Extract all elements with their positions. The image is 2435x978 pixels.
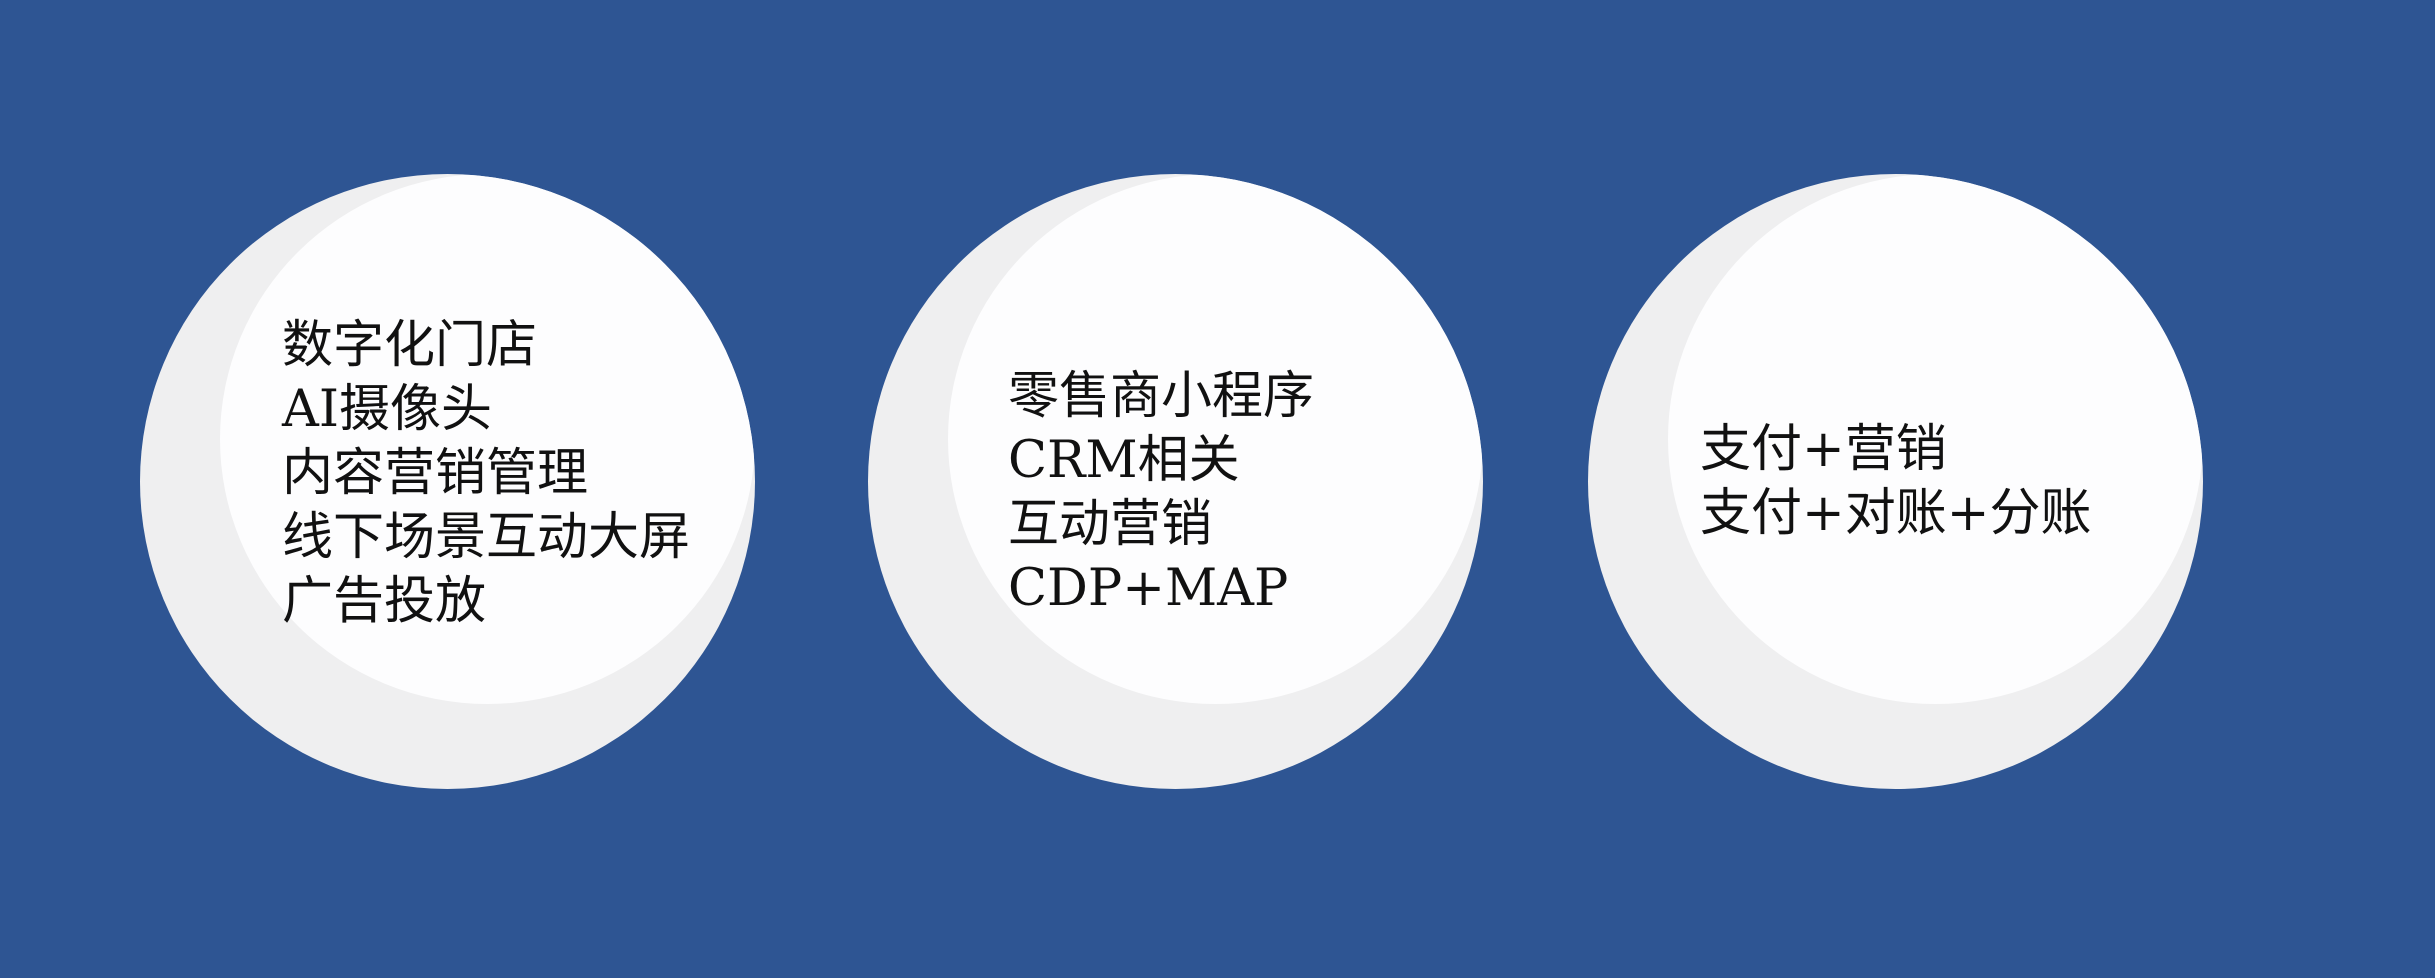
- circle-1-line: 内容营销管理: [282, 444, 589, 503]
- circle-2-line: CDP+MAP: [1008, 559, 1289, 618]
- circle-2-line: 互动营销: [1008, 495, 1213, 554]
- circle-2-line: CRM相关: [1008, 431, 1240, 490]
- circle-1-line: 线下场景互动大屏: [282, 508, 691, 567]
- circle-2-text-list: 零售商小程序 CRM相关 互动营销 CDP+MAP: [1008, 365, 1314, 621]
- circle-1-line: 广告投放: [282, 572, 487, 631]
- circle-1-text-list: 数字化门店 AI摄像头 内容营销管理 线下场景互动大屏 广告投放: [282, 314, 690, 634]
- circle-3-text-list: 支付+营销 支付+对账+分账: [1700, 418, 2091, 546]
- circle-1-line: 数字化门店: [282, 316, 538, 375]
- slide-background: 数字化门店 AI摄像头 内容营销管理 线下场景互动大屏 广告投放 零售商小程序 …: [0, 0, 2435, 978]
- circle-2-line: 零售商小程序: [1008, 367, 1315, 426]
- circle-3-line: 支付+对账+分账: [1700, 484, 2092, 543]
- circle-1-line: AI摄像头: [282, 380, 492, 439]
- circle-3-line: 支付+营销: [1700, 420, 1947, 479]
